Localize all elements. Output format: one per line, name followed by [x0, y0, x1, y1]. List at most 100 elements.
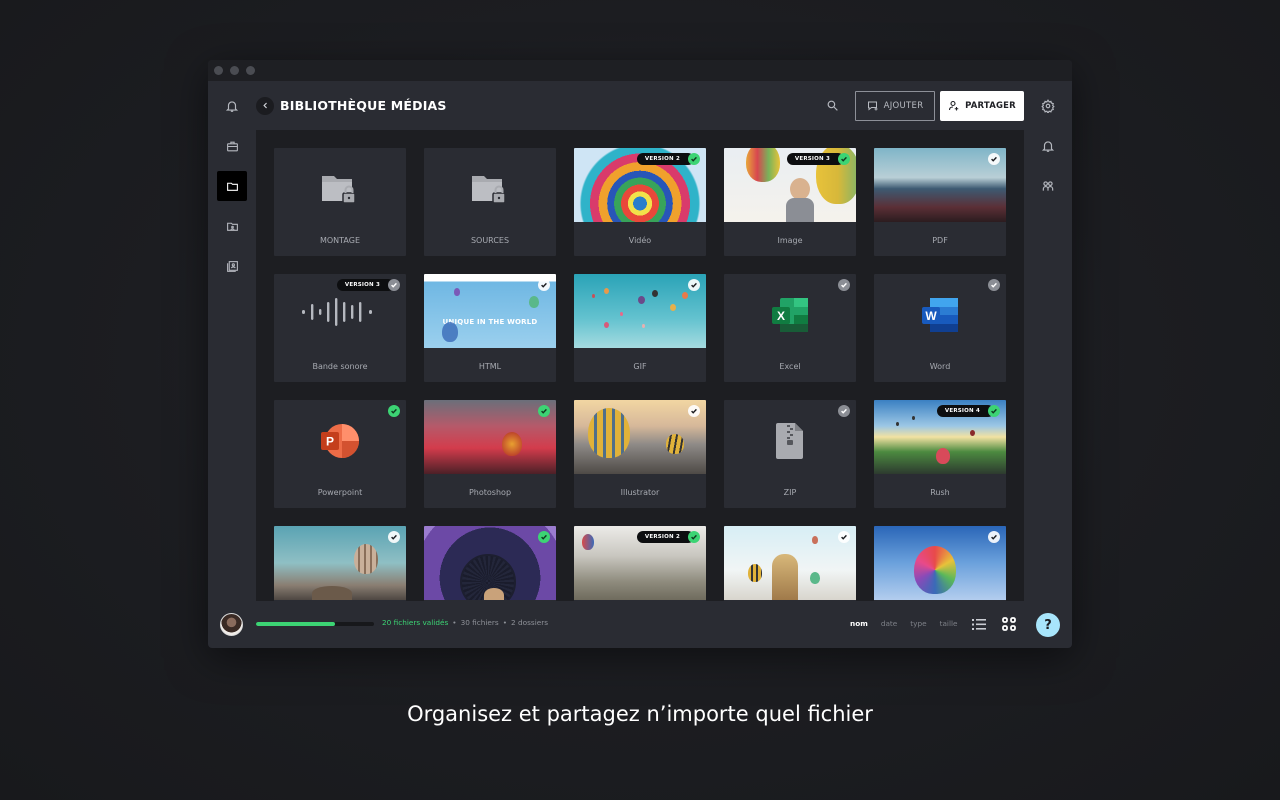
file-card[interactable]: ZIP: [724, 400, 856, 508]
check-icon: [991, 534, 997, 540]
page-title: BIBLIOTHÈQUE MÉDIAS: [280, 98, 447, 113]
validation-check-badge[interactable]: [838, 531, 850, 543]
folder-user-icon: [226, 222, 238, 231]
media-grid-container[interactable]: MONTAGE SOURCES VERSION 2 Vidéo VERSION 3 Ima…: [256, 130, 1024, 601]
file-label: MONTAGE: [319, 236, 361, 245]
validation-check-badge[interactable]: [538, 531, 550, 543]
validation-check-badge[interactable]: [838, 153, 850, 165]
help-button[interactable]: ?: [1036, 613, 1060, 637]
word-icon: W: [922, 298, 958, 332]
validation-check-badge[interactable]: [988, 279, 1000, 291]
media-grid: MONTAGE SOURCES VERSION 2 Vidéo VERSION 3 Ima…: [274, 148, 1006, 601]
sidebar-item-projects[interactable]: [217, 131, 247, 161]
file-stats: 20 fichiers validés • 30 fichiers • 2 do…: [382, 618, 548, 627]
team-icon: [1042, 181, 1054, 191]
file-label: Illustrator: [620, 488, 660, 497]
file-thumbnail: [274, 526, 406, 600]
notifications-button[interactable]: [1033, 131, 1063, 161]
version-badge: VERSION 3: [786, 153, 844, 165]
grid-view-button[interactable]: [1000, 615, 1018, 633]
file-card[interactable]: W Word: [874, 274, 1006, 382]
sidebar-item-contacts[interactable]: [217, 251, 247, 281]
list-view-button[interactable]: [970, 615, 988, 633]
check-icon: [391, 282, 397, 288]
file-card[interactable]: UNIQUE IN THE WORLD HTML: [424, 274, 556, 382]
file-card[interactable]: [424, 526, 556, 601]
file-card[interactable]: PDF: [874, 148, 1006, 256]
file-card[interactable]: VERSION 3 Bande sonore: [274, 274, 406, 382]
zip-file-icon: [776, 423, 803, 459]
version-badge: VERSION 3: [336, 279, 394, 291]
check-icon: [841, 282, 847, 288]
user-avatar[interactable]: [220, 613, 243, 636]
back-button[interactable]: [256, 96, 274, 115]
file-card[interactable]: [274, 526, 406, 601]
sidebar-item-shared-folder[interactable]: [217, 211, 247, 241]
file-card[interactable]: Photoshop: [424, 400, 556, 508]
file-card[interactable]: VERSION 2: [574, 526, 706, 601]
validation-check-badge[interactable]: [538, 405, 550, 417]
audio-waveform-icon: [302, 298, 372, 326]
settings-button[interactable]: [1033, 91, 1063, 121]
svg-text:X: X: [777, 309, 785, 323]
bell-icon: [1041, 141, 1055, 152]
validation-check-badge[interactable]: [688, 279, 700, 291]
list-view-icon: [972, 618, 986, 630]
file-card[interactable]: VERSION 3 Image: [724, 148, 856, 256]
file-count: 30 fichiers: [460, 618, 499, 627]
locked-folder-icon: [322, 176, 356, 204]
validation-check-badge[interactable]: [988, 405, 1000, 417]
version-badge: VERSION 2: [636, 153, 694, 165]
bell-icon: [225, 101, 239, 112]
file-card[interactable]: [874, 526, 1006, 601]
sidebar-item-media-library[interactable]: [217, 171, 247, 201]
file-card[interactable]: [724, 526, 856, 601]
add-user-icon: [949, 100, 959, 110]
share-button[interactable]: PARTAGER: [940, 90, 1024, 121]
validation-check-badge[interactable]: [988, 531, 1000, 543]
svg-text:W: W: [925, 309, 937, 323]
file-card[interactable]: MONTAGE: [274, 148, 406, 256]
sort-by-name[interactable]: nom: [850, 619, 868, 628]
file-label: Word: [929, 362, 951, 371]
validation-check-badge[interactable]: [688, 405, 700, 417]
file-card[interactable]: Illustrator: [574, 400, 706, 508]
file-thumbnail: UNIQUE IN THE WORLD: [424, 274, 556, 348]
validation-check-badge[interactable]: [388, 405, 400, 417]
file-label: Bande sonore: [312, 362, 368, 371]
separator: •: [452, 618, 457, 627]
team-button[interactable]: [1033, 171, 1063, 201]
validation-check-badge[interactable]: [688, 153, 700, 165]
search-icon: [827, 100, 838, 111]
sort-by-date[interactable]: date: [881, 619, 897, 628]
window-minimize-button[interactable]: [230, 66, 239, 75]
sort-by-size[interactable]: taille: [940, 619, 958, 628]
check-icon: [991, 156, 997, 162]
check-icon: [691, 282, 697, 288]
validation-check-badge[interactable]: [838, 279, 850, 291]
file-card[interactable]: VERSION 4 Rush: [874, 400, 1006, 508]
file-card[interactable]: SOURCES: [424, 148, 556, 256]
check-icon: [691, 534, 697, 540]
sidebar-item-notifications[interactable]: [217, 91, 247, 121]
file-card[interactable]: X Excel: [724, 274, 856, 382]
file-thumbnail: [874, 148, 1006, 222]
window-maximize-button[interactable]: [246, 66, 255, 75]
locked-folder-icon: [472, 176, 506, 204]
file-card[interactable]: GIF: [574, 274, 706, 382]
validation-check-badge[interactable]: [688, 531, 700, 543]
add-button-label: AJOUTER: [883, 100, 924, 111]
validation-check-badge[interactable]: [838, 405, 850, 417]
validation-progress-fill: [256, 622, 335, 626]
validation-check-badge[interactable]: [538, 279, 550, 291]
file-card[interactable]: VERSION 2 Vidéo: [574, 148, 706, 256]
validation-check-badge[interactable]: [388, 279, 400, 291]
contact-book-icon: [226, 260, 238, 272]
sort-by-type[interactable]: type: [910, 619, 926, 628]
file-card[interactable]: P Powerpoint: [274, 400, 406, 508]
window-close-button[interactable]: [214, 66, 223, 75]
validation-check-badge[interactable]: [988, 153, 1000, 165]
validation-check-badge[interactable]: [388, 531, 400, 543]
add-button[interactable]: AJOUTER: [855, 90, 935, 121]
search-button[interactable]: [817, 91, 847, 121]
